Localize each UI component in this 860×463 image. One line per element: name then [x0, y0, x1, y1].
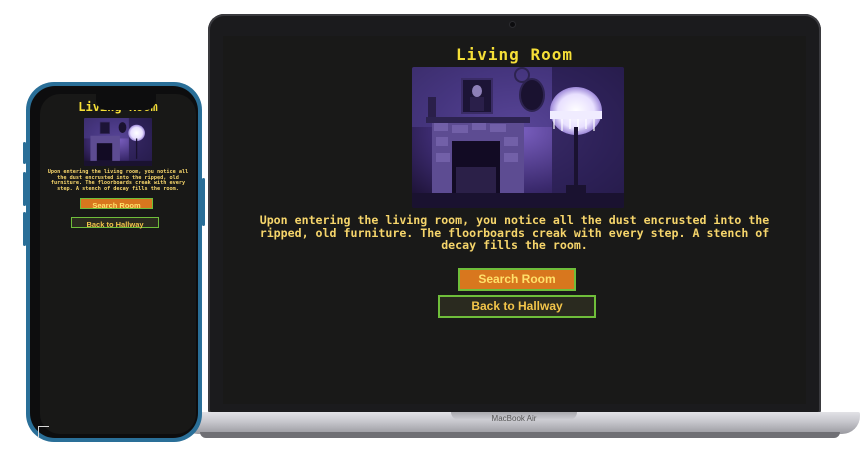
phone-power-button — [202, 178, 205, 226]
selection-corner-marker — [38, 426, 49, 437]
search-room-button[interactable]: Search Room — [458, 268, 576, 291]
phone-screen: Living Room Upon entering the living roo… — [40, 94, 196, 434]
phone-bezel: Living Room Upon entering the living roo… — [30, 86, 198, 438]
page-title: Living Room — [456, 45, 573, 64]
search-room-button[interactable]: Search Room — [80, 198, 153, 210]
room-description: Upon entering the living room, you notic… — [259, 213, 770, 252]
laptop-device: Living Room Upon entering the living roo… — [208, 14, 821, 414]
camera-icon — [510, 22, 515, 27]
living-room-photo — [84, 118, 152, 166]
laptop-brand-label: MacBook Air — [491, 414, 537, 423]
living-room-image — [84, 118, 152, 166]
back-to-hallway-button[interactable]: Back to Hallway — [71, 217, 159, 229]
living-room-photo — [412, 67, 624, 208]
phone-notch — [96, 94, 156, 110]
room-description: Upon entering the living room, you notic… — [47, 169, 189, 192]
phone-device: Living Room Upon entering the living roo… — [26, 82, 202, 442]
back-to-hallway-button[interactable]: Back to Hallway — [438, 295, 596, 318]
laptop-screen: Living Room Upon entering the living roo… — [223, 36, 806, 404]
laptop-base-shadow — [200, 432, 840, 438]
living-room-image — [412, 67, 624, 208]
